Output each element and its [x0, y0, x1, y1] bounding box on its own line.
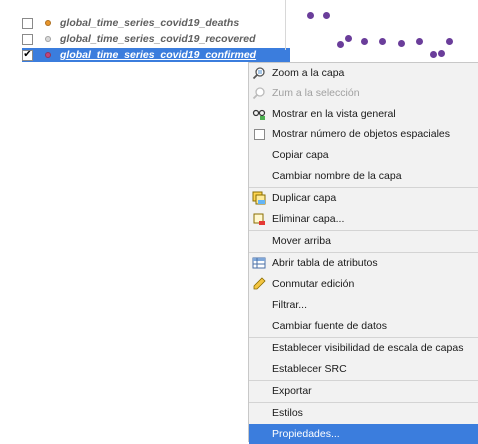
map-point	[416, 38, 423, 45]
menu-item-label: Cambiar fuente de datos	[272, 320, 387, 332]
menu-item-styles[interactable]: Estilos	[249, 403, 478, 423]
zoom-layer-icon	[252, 66, 266, 80]
menu-item-label: Estilos	[272, 407, 303, 419]
menu-item-set-crs[interactable]: Establecer SRC	[249, 359, 478, 379]
menu-item-label: Conmutar edición	[272, 278, 355, 290]
layer-name: global_time_series_covid19_confirmed	[60, 49, 257, 61]
menu-item-label: Duplicar capa	[272, 192, 337, 204]
menu-item-zoom-to-layer[interactable]: Zoom a la capa	[249, 63, 478, 83]
checkbox-icon	[252, 127, 266, 141]
map-point	[307, 12, 314, 19]
menu-item-label: Eliminar capa...	[272, 213, 345, 225]
layer-name: global_time_series_covid19_deaths	[60, 17, 240, 29]
menu-item-toggle-editing[interactable]: Conmutar edición	[249, 274, 478, 294]
pencil-icon	[252, 277, 266, 291]
menu-item-label: Establecer SRC	[272, 363, 347, 375]
map-point	[337, 41, 344, 48]
map-point	[446, 38, 453, 45]
map-point	[323, 12, 330, 19]
menu-item-label: Zum a la selección	[272, 87, 360, 99]
menu-item-label: Filtrar...	[272, 299, 308, 311]
layer-visibility-checkbox[interactable]	[22, 33, 33, 45]
duplicate-layer-icon	[252, 191, 266, 205]
point-symbol-icon	[45, 52, 51, 58]
menu-item-show-feature-count[interactable]: Mostrar número de objetos espaciales	[249, 124, 478, 144]
map-point	[361, 38, 368, 45]
layer-visibility-checkbox[interactable]: ✔	[22, 49, 33, 61]
check-mark-icon: ✔	[23, 49, 32, 60]
layer-visibility-checkbox[interactable]	[22, 17, 33, 29]
menu-item-zoom-to-selection[interactable]: Zum a la selección	[249, 83, 478, 103]
menu-item-label: Abrir tabla de atributos	[272, 257, 378, 269]
menu-item-label: Copiar capa	[272, 149, 329, 161]
menu-item-copy-layer[interactable]: Copiar capa	[249, 145, 478, 165]
overview-icon	[252, 107, 266, 121]
layer-item-confirmed[interactable]: ✔ global_time_series_covid19_confirmed	[22, 48, 290, 62]
map-point	[438, 50, 445, 57]
menu-item-remove-layer[interactable]: Eliminar capa...	[249, 209, 478, 229]
layer-item-deaths[interactable]: global_time_series_covid19_deaths	[22, 16, 239, 30]
menu-item-set-scale-visibility[interactable]: Establecer visibilidad de escala de capa…	[249, 338, 478, 358]
menu-item-change-data-source[interactable]: Cambiar fuente de datos	[249, 316, 478, 336]
layers-panel: global_time_series_covid19_deaths global…	[0, 0, 291, 442]
layer-name: global_time_series_covid19_recovered	[60, 33, 256, 45]
remove-layer-icon	[252, 212, 266, 226]
menu-item-move-up[interactable]: Mover arriba	[249, 231, 478, 251]
layer-context-menu: Zoom a la capa Zum a la selección Mostra…	[248, 62, 478, 444]
map-point	[430, 51, 437, 58]
map-point	[345, 35, 352, 42]
menu-item-label: Mover arriba	[272, 235, 331, 247]
menu-item-duplicate-layer[interactable]: Duplicar capa	[249, 188, 478, 208]
map-point	[379, 38, 386, 45]
menu-item-filter[interactable]: Filtrar...	[249, 295, 478, 315]
menu-item-label: Cambiar nombre de la capa	[272, 170, 402, 182]
menu-item-label: Zoom a la capa	[272, 67, 345, 79]
zoom-selection-icon	[252, 86, 266, 100]
attribute-table-icon	[252, 256, 266, 270]
menu-item-rename-layer[interactable]: Cambiar nombre de la capa	[249, 166, 478, 186]
map-point	[398, 40, 405, 47]
menu-item-label: Propiedades...	[272, 428, 340, 440]
menu-item-label: Mostrar en la vista general	[272, 108, 396, 120]
menu-item-label: Mostrar número de objetos espaciales	[272, 128, 451, 140]
menu-item-open-attribute-table[interactable]: Abrir tabla de atributos	[249, 253, 478, 273]
menu-item-label: Exportar	[272, 385, 312, 397]
menu-item-label: Establecer visibilidad de escala de capa…	[272, 342, 464, 354]
point-symbol-icon	[45, 36, 51, 42]
layer-item-recovered[interactable]: global_time_series_covid19_recovered	[22, 32, 256, 46]
menu-item-export[interactable]: Exportar	[249, 381, 478, 401]
menu-item-properties[interactable]: Propiedades...	[249, 424, 478, 444]
point-symbol-icon	[45, 20, 51, 26]
menu-item-show-in-overview[interactable]: Mostrar en la vista general	[249, 104, 478, 124]
